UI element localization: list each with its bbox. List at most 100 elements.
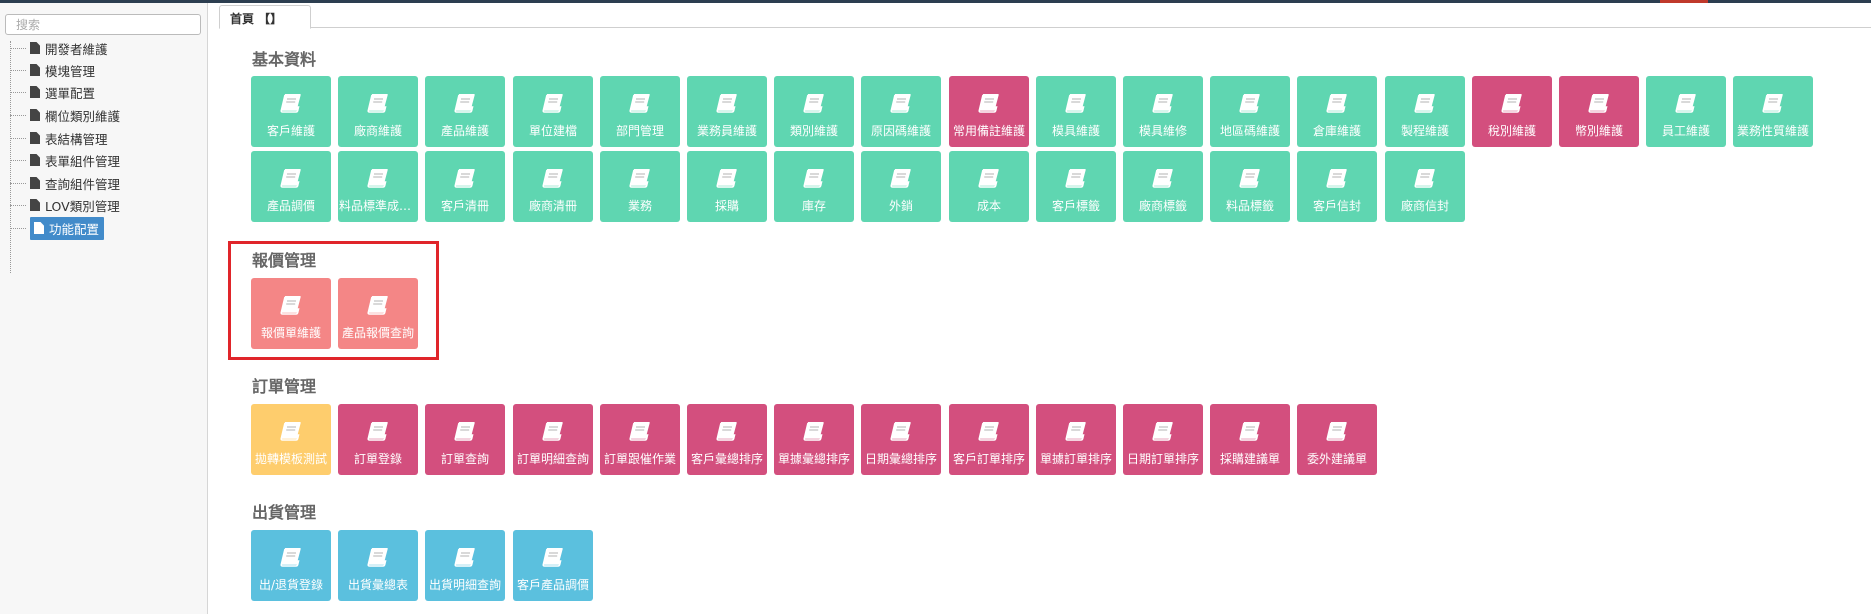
tile-label: 廠商標籤 (1138, 199, 1187, 213)
function-tile[interactable]: 模具維護 (1036, 76, 1116, 147)
function-tile[interactable]: 客戶清冊 (425, 151, 505, 222)
function-tile[interactable]: 訂單登錄 (338, 404, 418, 475)
function-tile[interactable]: 訂單跟催作業 (600, 404, 680, 475)
sidebar-item[interactable]: 開發者維護 (10, 37, 108, 59)
item-wrap: 欄位類別維護 (30, 106, 120, 125)
sidebar-item[interactable]: 欄位類別維護 (10, 104, 120, 126)
function-tile[interactable]: 業務員維護 (687, 76, 767, 147)
function-tile[interactable]: 外銷 (861, 151, 941, 222)
book-icon (890, 169, 911, 188)
tree-branch (10, 182, 26, 184)
tile-label: 產品調價 (266, 199, 315, 213)
book-icon (280, 169, 301, 188)
function-tile[interactable]: 製程維護 (1385, 76, 1465, 147)
sidebar-item[interactable]: 查詢組件管理 (10, 172, 120, 194)
function-tile[interactable]: 料品標籤 (1210, 151, 1290, 222)
tile-label: 幣別維護 (1574, 124, 1623, 138)
function-tile[interactable]: 類別維護 (774, 76, 854, 147)
sidebar-item-label: LOV類別管理 (45, 198, 120, 214)
sidebar-item[interactable]: 選單配置 (10, 81, 95, 103)
function-tile[interactable]: 地區碼維護 (1210, 76, 1290, 147)
function-tile[interactable]: 單位建檔 (513, 76, 593, 147)
function-tile[interactable]: 產品維護 (425, 76, 505, 147)
tile-label: 廠商維護 (353, 124, 402, 138)
tile-label: 出貨彙總表 (347, 578, 408, 592)
tile-label: 客戶標籤 (1051, 199, 1100, 213)
function-tile[interactable]: 產品調價 (251, 151, 331, 222)
book-icon (716, 169, 737, 188)
function-tile[interactable]: 部門管理 (600, 76, 680, 147)
function-tile[interactable]: 庫存 (774, 151, 854, 222)
function-tile[interactable]: 料品標準成本維護 (338, 151, 418, 222)
function-tile[interactable]: 採購建議單 (1210, 404, 1290, 475)
sidebar-item[interactable]: LOV類別管理 (10, 194, 120, 216)
tile-label: 訂單查詢 (440, 452, 489, 466)
function-tile[interactable]: 客戶產品調價 (513, 530, 593, 601)
function-tile[interactable]: 單據訂單排序 (1036, 404, 1116, 475)
tab-home[interactable]: 首頁 【】 (219, 5, 311, 29)
book-icon (629, 422, 650, 441)
tile-label: 類別維護 (789, 124, 838, 138)
tile-label: 客戶彙總排序 (690, 452, 763, 466)
book-icon (542, 94, 563, 113)
function-tile[interactable]: 模具維修 (1123, 76, 1203, 147)
function-tile[interactable]: 訂單查詢 (425, 404, 505, 475)
book-icon (1675, 94, 1696, 113)
book-icon (1065, 422, 1086, 441)
file-icon (30, 86, 40, 98)
function-tile[interactable]: 日期彙總排序 (861, 404, 941, 475)
function-tile[interactable]: 常用備註維護 (949, 76, 1029, 147)
sidebar-item[interactable]: 表結構管理 (10, 127, 108, 149)
file-icon (30, 199, 40, 211)
function-tile[interactable]: 訂單明細查詢 (513, 404, 593, 475)
function-tile[interactable]: 客戶標籤 (1036, 151, 1116, 222)
book-icon (978, 169, 999, 188)
function-tile[interactable]: 倉庫維護 (1297, 76, 1377, 147)
sidebar-item[interactable]: 表單組件管理 (10, 149, 120, 171)
function-tile[interactable]: 客戶彙總排序 (687, 404, 767, 475)
sidebar-item[interactable]: 功能配置 (10, 216, 105, 240)
file-icon (30, 132, 40, 144)
function-tile[interactable]: 委外建議單 (1297, 404, 1377, 475)
function-tile[interactable]: 客戶維護 (251, 76, 331, 147)
tile-label: 單位建檔 (528, 124, 577, 138)
function-tile[interactable]: 廠商維護 (338, 76, 418, 147)
book-icon (890, 422, 911, 441)
tile-label: 出/退貨登錄 (258, 578, 324, 592)
book-icon (1065, 94, 1086, 113)
item-wrap: 模塊管理 (30, 61, 95, 80)
function-tile[interactable]: 客戶信封 (1297, 151, 1377, 222)
function-tile[interactable]: 採購 (687, 151, 767, 222)
sidebar-item-label: 欄位類別維護 (45, 108, 121, 124)
tile-label: 業務員維護 (696, 124, 757, 138)
function-tile[interactable]: 成本 (949, 151, 1029, 222)
function-tile[interactable]: 幣別維護 (1559, 76, 1639, 147)
function-tile[interactable]: 出貨彙總表 (338, 530, 418, 601)
tile-label: 日期訂單排序 (1126, 452, 1199, 466)
function-tile[interactable]: 拋轉模板測試 (251, 404, 331, 475)
function-tile[interactable]: 出貨明細查詢 (425, 530, 505, 601)
tile-label: 客戶產品調價 (516, 578, 589, 592)
file-icon (30, 64, 40, 76)
function-tile[interactable]: 原因碼維護 (861, 76, 941, 147)
tile-label: 單據彙總排序 (777, 452, 850, 466)
function-tile[interactable]: 客戶訂單排序 (949, 404, 1029, 475)
function-tile[interactable]: 廠商信封 (1385, 151, 1465, 222)
function-tile[interactable]: 業務 (600, 151, 680, 222)
function-tile[interactable]: 廠商標籤 (1123, 151, 1203, 222)
function-tile[interactable]: 廠商清冊 (513, 151, 593, 222)
function-tile[interactable]: 業務性質維護 (1733, 76, 1813, 147)
tile-label: 業務性質維護 (1736, 124, 1809, 138)
function-tile[interactable]: 員工維護 (1646, 76, 1726, 147)
function-tile[interactable]: 單據彙總排序 (774, 404, 854, 475)
tile-label: 訂單明細查詢 (516, 452, 589, 466)
function-tile[interactable]: 日期訂單排序 (1123, 404, 1203, 475)
sidebar-item[interactable]: 模塊管理 (10, 59, 95, 81)
book-icon (367, 422, 388, 441)
tile-label: 業務 (627, 199, 652, 213)
function-tile[interactable]: 出/退貨登錄 (251, 530, 331, 601)
sidebar-item-label: 表結構管理 (45, 131, 108, 147)
file-icon (30, 109, 40, 121)
function-tile[interactable]: 稅別維護 (1472, 76, 1552, 147)
search-input[interactable] (5, 14, 201, 35)
